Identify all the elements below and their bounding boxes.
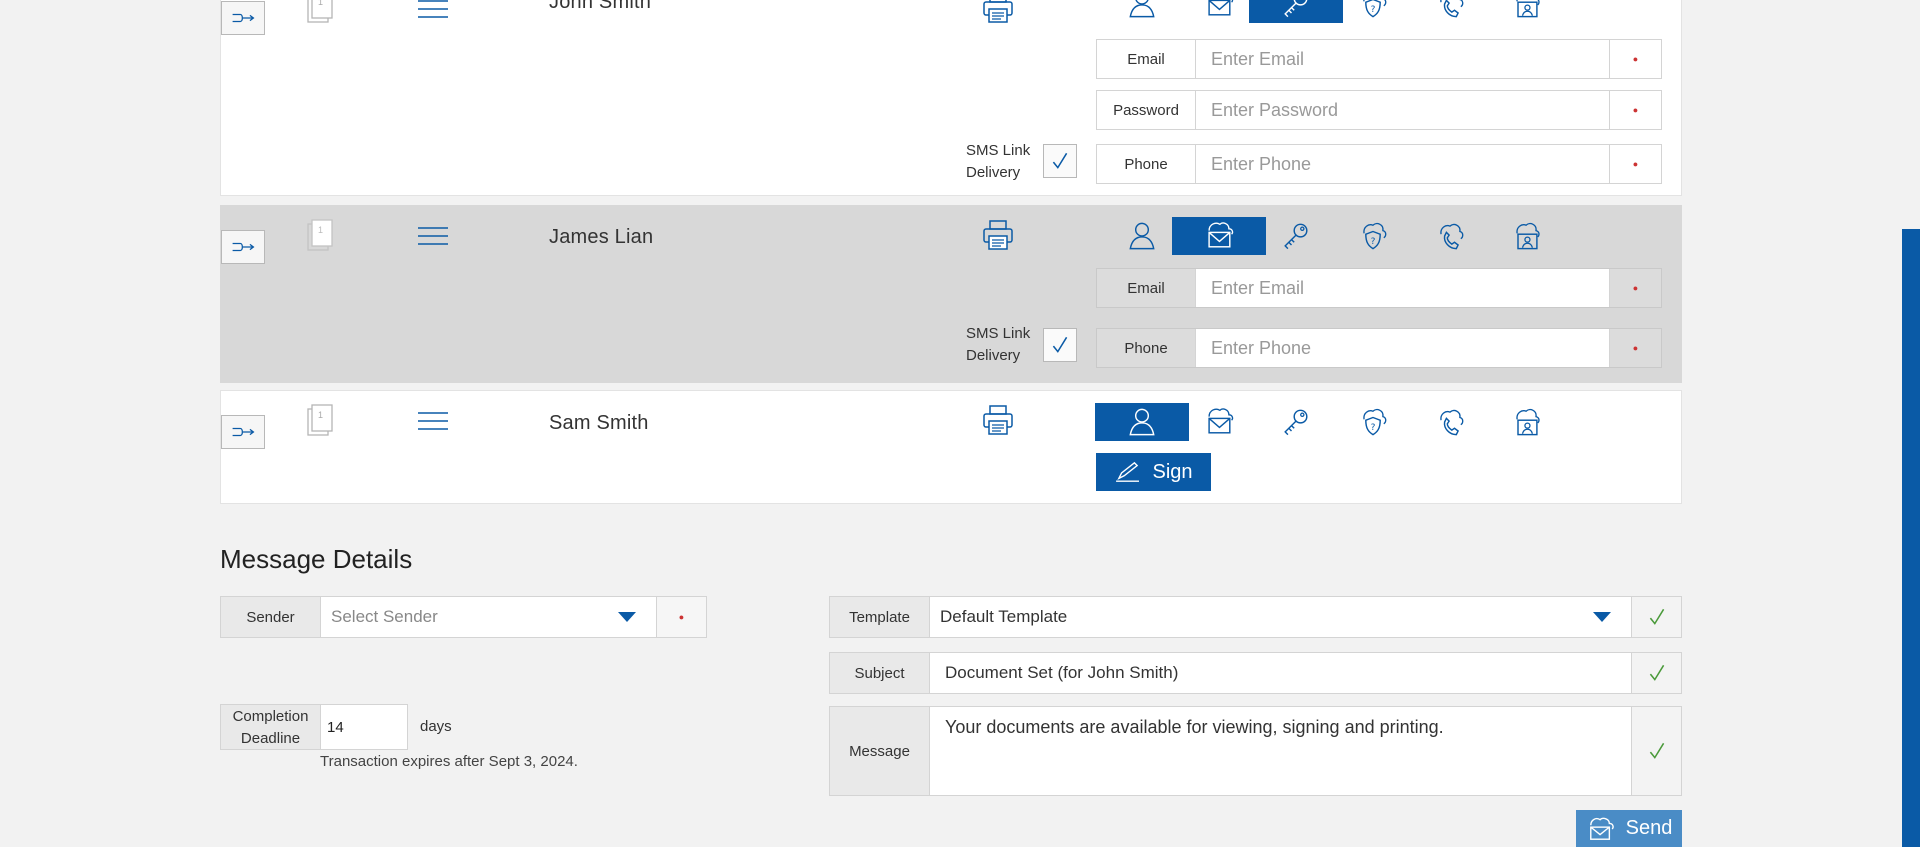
template-value: Default Template [940,607,1068,626]
document-count: 1 [318,0,324,7]
auth-id-card-icon[interactable] [1480,217,1574,255]
phone-field: Phone ● [1096,144,1662,184]
route-arrow-icon [230,423,256,441]
template-label: Template [830,597,930,637]
phone-input[interactable] [1196,329,1609,367]
document-icon: 1 [305,219,335,258]
subject-field[interactable]: Subject Document Set (for John Smith) [829,652,1682,694]
subject-value[interactable]: Document Set (for John Smith) [930,653,1631,693]
password-field-label: Password [1097,91,1196,129]
required-indicator: ● [1609,91,1661,129]
hamburger-menu-icon[interactable] [417,0,449,24]
recipient-row: 1 James Lian Email ● SMS Link Delivery P… [220,205,1682,383]
sms-link-delivery-checkbox[interactable] [1043,328,1077,362]
send-email-icon [1586,816,1616,842]
sender-value: Select Sender [331,607,438,626]
document-count: 1 [318,410,324,420]
document-icon: 1 [305,404,335,443]
required-indicator: ● [1609,329,1661,367]
phone-field-label: Phone [1097,329,1196,367]
email-input[interactable] [1196,40,1609,78]
phone-field: Phone ● [1096,328,1662,368]
check-icon [1049,334,1071,356]
route-arrow-icon [230,238,256,256]
email-field-label: Email [1097,40,1196,78]
email-field: Email ● [1096,39,1662,79]
recipient-name: James Lian [549,226,654,248]
sms-link-delivery-checkbox[interactable] [1043,144,1077,178]
message-label: Message [830,707,930,795]
route-button[interactable] [221,230,265,264]
email-field-label: Email [1097,269,1196,307]
send-button-label: Send [1625,817,1673,839]
required-indicator: ● [1609,269,1661,307]
recipient-name: John Smith [549,0,652,13]
email-input[interactable] [1196,269,1609,307]
chevron-down-icon[interactable] [1591,597,1613,637]
pen-icon [1114,461,1142,483]
document-count: 1 [318,225,324,235]
subject-label: Subject [830,653,930,693]
deadline-label-line2: Deadline [240,730,301,747]
recipient-name: Sam Smith [549,412,649,434]
check-icon [1049,150,1071,172]
auth-id-card-icon[interactable] [1480,403,1574,441]
hamburger-menu-icon[interactable] [417,226,449,251]
recipient-row: 1 John Smith Email ● Password ● SMS Link… [220,0,1682,196]
printer-icon[interactable] [981,403,1015,442]
password-field: Password ● [1096,90,1662,130]
scrollbar-thumb[interactable] [1902,229,1920,847]
auth-id-card-icon[interactable] [1480,0,1574,23]
completion-deadline: Completion Deadline 14 [220,704,408,750]
document-icon: 1 [305,0,335,30]
printer-icon[interactable] [981,0,1015,30]
deadline-input[interactable]: 14 [321,705,407,749]
password-input[interactable] [1196,91,1609,129]
sender-label: Sender [221,597,321,637]
chevron-down-icon[interactable] [616,597,638,637]
deadline-unit: days [420,718,452,735]
template-select[interactable]: Template Default Template [829,596,1682,638]
route-button[interactable] [221,1,265,35]
printer-icon[interactable] [981,218,1015,257]
sign-button[interactable]: Sign [1096,453,1211,491]
required-indicator: ● [1609,145,1661,183]
hamburger-menu-icon[interactable] [417,411,449,436]
sender-select[interactable]: Sender Select Sender ● [220,596,707,638]
deadline-label-line1: Completion [232,708,309,725]
valid-check-icon [1631,597,1681,637]
completion-deadline-label: Completion Deadline [221,705,321,749]
required-indicator: ● [1609,40,1661,78]
phone-field-label: Phone [1097,145,1196,183]
message-textarea[interactable]: Your documents are available for viewing… [930,707,1631,795]
recipient-row: 1 Sam Smith Sign [220,390,1682,504]
message-field[interactable]: Message Your documents are available for… [829,706,1682,796]
route-arrow-icon [230,9,256,27]
valid-check-icon [1631,707,1681,795]
send-button[interactable]: Send [1576,810,1682,847]
sign-button-label: Sign [1152,460,1193,483]
phone-input[interactable] [1196,145,1609,183]
expiry-note: Transaction expires after Sept 3, 2024. [320,753,578,770]
valid-check-icon [1631,653,1681,693]
email-field: Email ● [1096,268,1662,308]
required-indicator: ● [656,597,706,637]
message-details-title: Message Details [220,544,413,574]
route-button[interactable] [221,415,265,449]
